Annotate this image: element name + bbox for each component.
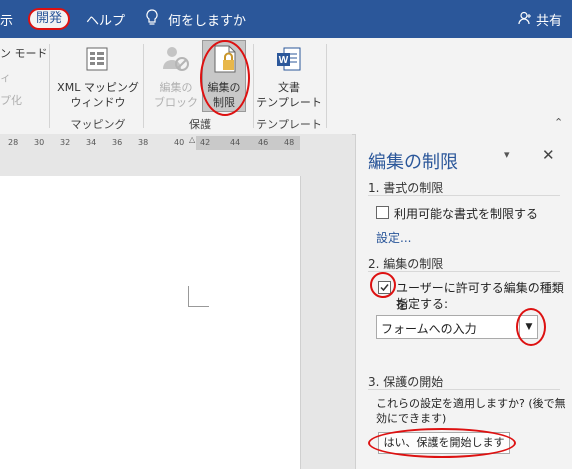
highlight-circle: [200, 40, 250, 116]
editing-type-select[interactable]: フォームへの入力 ▼: [376, 315, 538, 339]
pane-title: 編集の制限: [368, 152, 458, 173]
tab-help[interactable]: ヘルプ: [86, 10, 125, 29]
section-editing-heading: 2. 編集の制限: [368, 257, 444, 271]
share-label: 共有: [535, 14, 562, 29]
ruler-tick: 30: [34, 138, 45, 147]
share-button[interactable]: 共有: [518, 10, 562, 29]
section-protection-heading: 3. 保護の開始: [368, 375, 444, 389]
formatting-settings-link[interactable]: 設定...: [376, 229, 411, 246]
xml-mapping-label-2: ウィンドウ: [70, 96, 126, 109]
group-separator: [253, 44, 254, 128]
ribbon-tab-bar: 示 開発 ヘルプ 何をしますか 共有: [0, 0, 572, 38]
ruler-tick: 32: [60, 138, 71, 147]
ruler-tick: 46: [258, 138, 269, 147]
ruler-tick: 38: [138, 138, 149, 147]
ruler-tick: 34: [86, 138, 97, 147]
section-divider: [368, 195, 560, 196]
block-authors-label-2: ブロック: [154, 96, 198, 109]
group-separator: [143, 44, 144, 128]
pane-options-chevron-icon[interactable]: ▾: [504, 148, 510, 161]
highlight-circle: [370, 272, 396, 298]
limit-formatting-checkbox[interactable]: [376, 206, 389, 219]
group-separator: [326, 44, 327, 128]
xml-mapping-button[interactable]: XML マッピング ウィンドウ: [56, 80, 140, 110]
page-corner-mark: [188, 286, 209, 307]
word-template-icon: W: [276, 46, 302, 77]
tab-developer[interactable]: 開発: [28, 8, 70, 30]
horizontal-ruler[interactable]: 28 30 32 34 36 38 40 △ 42 44 46 48: [0, 134, 352, 153]
protection-description-1: これらの設定を適用しますか? (後で無: [376, 397, 566, 410]
ruler-tick: 40: [174, 138, 185, 147]
restrict-editing-pane: 編集の制限 ▾ ✕ 1. 書式の制限 利用可能な書式を制限する 設定... 2.…: [355, 134, 572, 469]
ruler-tick: 44: [230, 138, 241, 147]
group-separator: [49, 44, 50, 128]
svg-text:W: W: [279, 55, 289, 66]
ruler-tick: 36: [112, 138, 123, 147]
document-page[interactable]: [0, 176, 301, 469]
mapping-group-label: マッピング: [70, 118, 126, 131]
group-partial: プ化: [0, 94, 22, 107]
ruler-tick: 42: [200, 138, 211, 147]
ribbon: ン モード ィ プ化 XML マッピング ウィンドウ マッピング 編集の ブロッ…: [0, 38, 572, 135]
lightbulb-icon: [146, 9, 158, 29]
collapse-ribbon-icon[interactable]: ⌃: [554, 116, 563, 129]
block-authors-label-1: 編集の: [159, 81, 193, 94]
ruler-tick: 28: [8, 138, 19, 147]
highlight-circle: [368, 428, 516, 458]
section-formatting-heading: 1. 書式の制限: [368, 181, 444, 195]
block-authors-button: 編集の ブロック: [150, 80, 202, 110]
doc-template-label-2: テンプレート: [256, 96, 322, 109]
properties-partial: ィ: [0, 71, 11, 84]
protect-group-label: 保護: [189, 118, 211, 131]
xml-mapping-icon: [84, 46, 110, 75]
xml-mapping-label-1: XML マッピング: [57, 81, 139, 94]
tab-view-partial[interactable]: 示: [0, 10, 13, 29]
doc-template-label-1: 文書: [278, 81, 300, 94]
ruler-tick: 48: [284, 138, 295, 147]
allow-editing-type-label-2: 指定する:: [396, 297, 449, 311]
document-template-button[interactable]: 文書 テンプレート: [256, 80, 322, 110]
highlight-circle: [516, 308, 546, 346]
template-group-label: テンプレート: [256, 118, 322, 131]
protection-description-2: 効にできます): [376, 412, 447, 425]
editing-type-value: フォームへの入力: [381, 322, 477, 336]
limit-formatting-label: 利用可能な書式を制限する: [394, 207, 539, 221]
design-mode-partial[interactable]: ン モード: [0, 46, 48, 61]
block-authors-icon: [160, 44, 190, 77]
indent-marker-icon[interactable]: △: [189, 135, 195, 144]
tell-me-search[interactable]: 何をしますか: [168, 10, 246, 29]
section-divider: [368, 389, 560, 390]
person-icon: [518, 11, 532, 28]
close-icon[interactable]: ✕: [542, 146, 555, 164]
section-divider: [368, 271, 560, 272]
